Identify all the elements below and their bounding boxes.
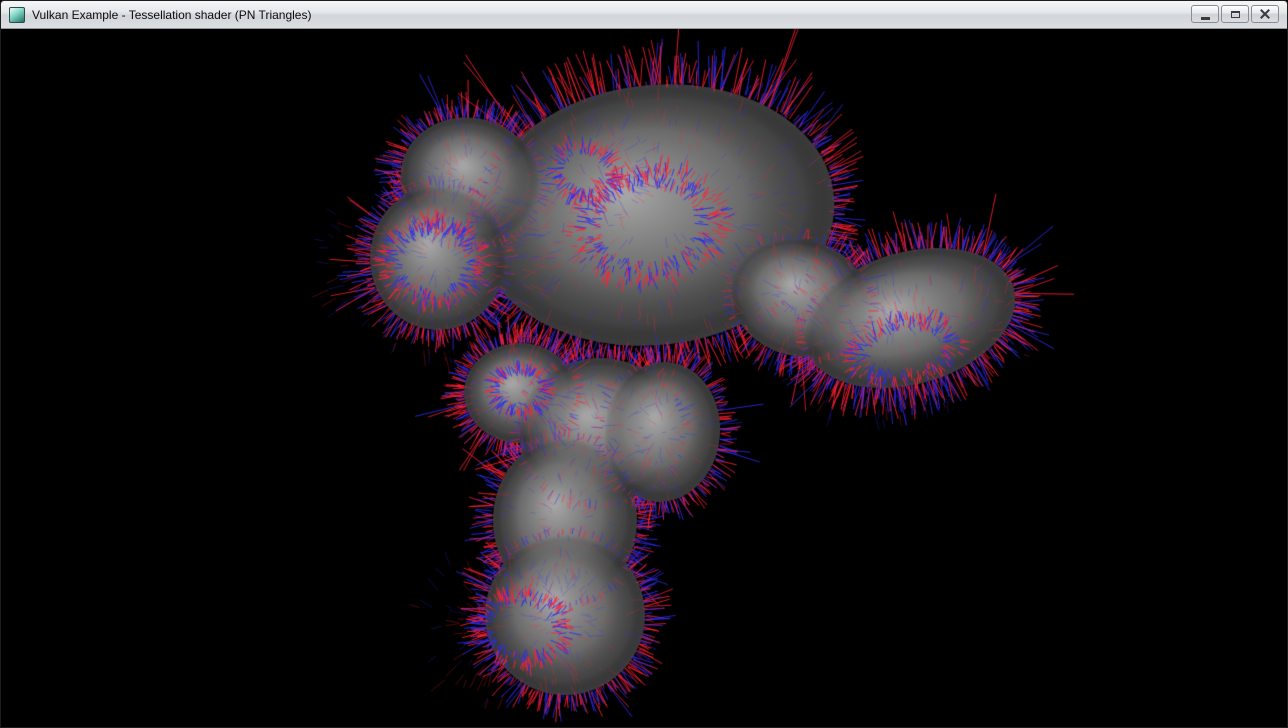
window-controls: [1191, 5, 1279, 23]
close-button[interactable]: [1251, 5, 1279, 23]
maximize-button[interactable]: [1221, 5, 1249, 23]
minimize-icon: [1201, 17, 1210, 20]
render-canvas[interactable]: [1, 29, 1287, 727]
window-title: Vulkan Example - Tessellation shader (PN…: [32, 8, 311, 22]
maximize-icon: [1231, 11, 1240, 18]
close-icon: [1259, 8, 1271, 20]
app-window: Vulkan Example - Tessellation shader (PN…: [0, 0, 1288, 728]
app-icon: [9, 7, 25, 23]
render-viewport[interactable]: [1, 29, 1287, 727]
titlebar[interactable]: Vulkan Example - Tessellation shader (PN…: [1, 1, 1287, 29]
minimize-button[interactable]: [1191, 5, 1219, 23]
